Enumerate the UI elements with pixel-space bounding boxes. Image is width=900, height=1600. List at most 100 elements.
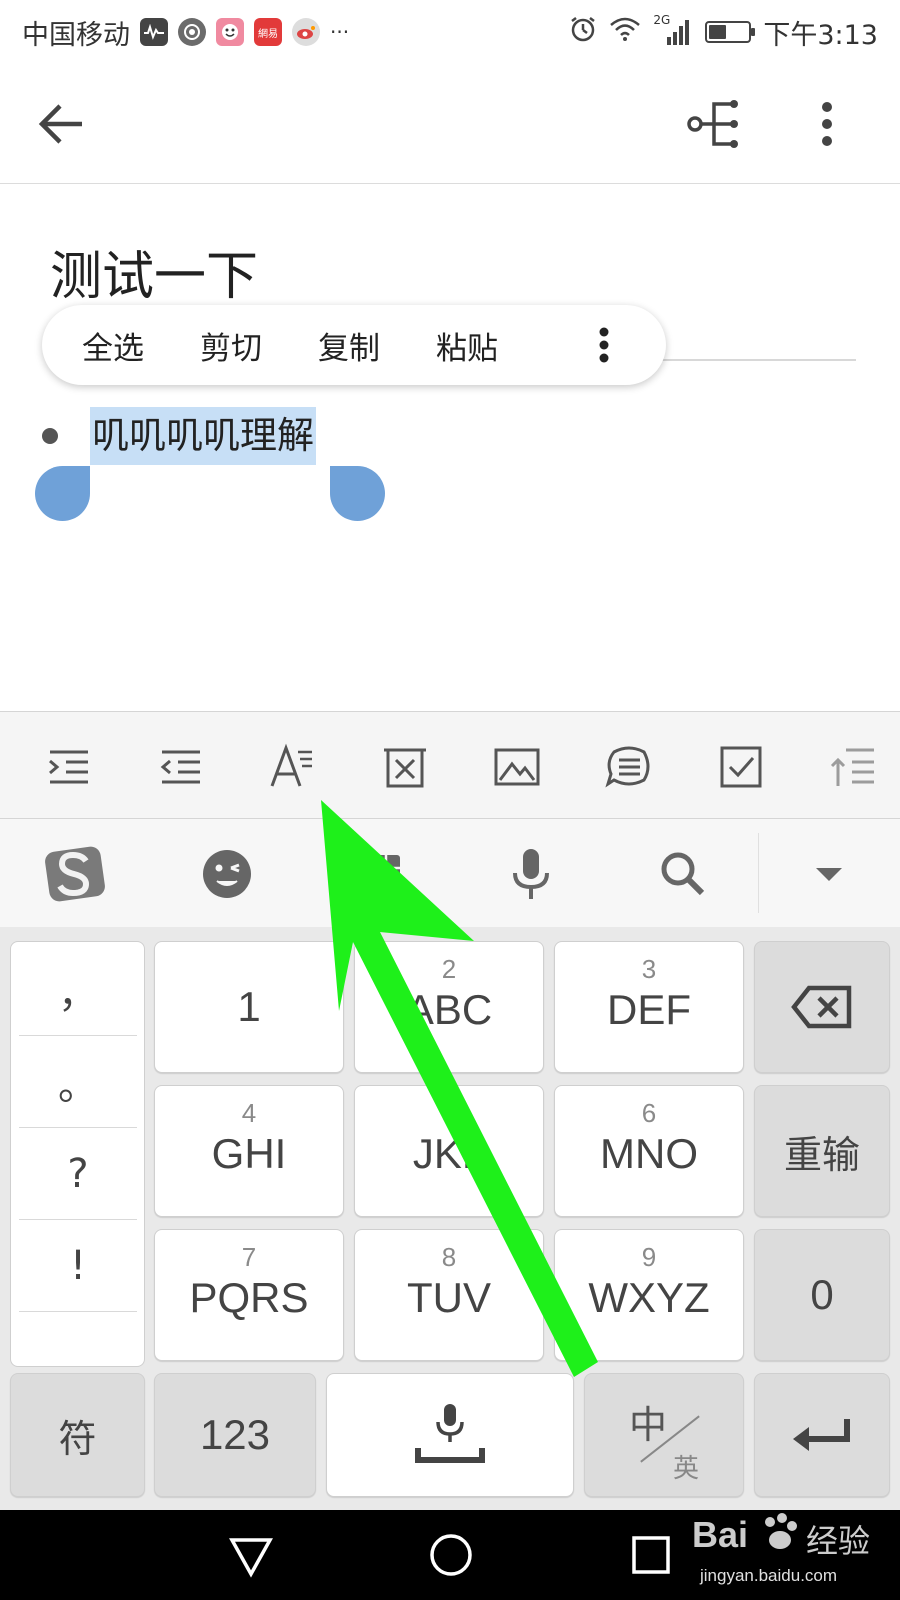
status-right: 2G 下午3:13 (569, 13, 878, 52)
smiley-app-icon (216, 18, 244, 46)
backspace-key[interactable] (754, 941, 890, 1073)
battery-level (709, 25, 727, 39)
key-4[interactable]: 4 GHI (154, 1085, 344, 1217)
microphone-icon (513, 849, 549, 899)
menu-more-button[interactable] (598, 327, 610, 363)
t9-keyboard: ， 。 ? ! 1 2 ABC 3 DEF 4 GHI 5 JKL 6 MNO … (0, 927, 900, 1510)
key-letters: GHI (211, 1130, 287, 1177)
symbols-key[interactable]: 符 (10, 1373, 145, 1497)
symbols-label: 符 (58, 1416, 97, 1461)
key-number: 9 (641, 1242, 657, 1272)
key-6[interactable]: 6 MNO (554, 1085, 744, 1217)
checklist-button[interactable] (716, 742, 766, 792)
emoji-wink-icon (203, 850, 251, 898)
note-title[interactable]: 测试一下 (50, 234, 258, 309)
key-3[interactable]: 3 DEF (554, 941, 744, 1073)
keyboard-layout-button[interactable] (346, 841, 412, 907)
key-letters: PQRS (189, 1274, 309, 1321)
nav-home-button[interactable] (426, 1530, 476, 1580)
network-type-label: 2G (653, 13, 671, 27)
nav-recents-square-icon (632, 1536, 670, 1574)
key-letters: WXYZ (588, 1274, 710, 1321)
paste-button[interactable]: 粘贴 (436, 323, 498, 368)
select-all-button[interactable]: 全选 (82, 323, 144, 368)
punct-exclaim-key[interactable]: ! (19, 1220, 137, 1312)
back-button[interactable] (36, 94, 90, 154)
camera-app-icon (178, 18, 206, 46)
numbers-key[interactable]: 123 (154, 1373, 316, 1497)
more-notifications-indicator: ··· (330, 20, 350, 44)
outdent-button[interactable] (156, 742, 206, 792)
enter-icon (755, 1374, 889, 1496)
text-format-icon (270, 743, 312, 787)
nav-back-button[interactable] (226, 1530, 276, 1580)
indent-button[interactable] (44, 742, 94, 792)
carrier-label: 中国移动 (22, 19, 130, 51)
cut-button[interactable]: 剪切 (200, 323, 262, 368)
keyboard-grid-icon (358, 855, 400, 893)
status-time: 下午3:13 (763, 19, 878, 51)
more-options-button[interactable] (812, 94, 842, 154)
key-1[interactable]: 1 (154, 941, 344, 1073)
backspace-icon (755, 942, 889, 1072)
key-7[interactable]: 7 PQRS (154, 1229, 344, 1361)
line-spacing-button[interactable] (828, 742, 878, 792)
nav-recents-button[interactable] (626, 1530, 676, 1580)
space-key[interactable] (326, 1373, 574, 1497)
status-bar: 中国移动 網易 ··· 2G 下午3:13 (0, 0, 900, 64)
key-letters: DEF (607, 986, 691, 1033)
ime-search-button[interactable] (650, 841, 716, 907)
key-5[interactable]: 5 JKL (354, 1085, 544, 1217)
app-bar (0, 64, 900, 184)
punct-comma-key[interactable]: ， (19, 944, 137, 1036)
key-number: 4 (241, 1098, 257, 1128)
emoji-button[interactable] (194, 841, 260, 907)
sogou-logo-button[interactable] (42, 841, 108, 907)
language-switch-key[interactable]: 中 英 (584, 1373, 744, 1497)
delete-box-button[interactable] (380, 742, 430, 792)
nav-back-triangle-icon (229, 1538, 273, 1578)
collapse-keyboard-button[interactable] (796, 841, 862, 907)
ime-divider (758, 833, 759, 913)
share-button[interactable] (686, 94, 742, 154)
key-letters: JKL (412, 1130, 486, 1177)
indent-icon (49, 750, 88, 784)
key-8[interactable]: 8 TUV (354, 1229, 544, 1361)
more-vert-icon (599, 327, 609, 363)
text-format-button[interactable] (268, 742, 318, 792)
punctuation-column: ， 。 ? ! (10, 941, 145, 1367)
punct-question-key[interactable]: ? (19, 1128, 137, 1220)
netease-news-icon: 網易 (254, 18, 282, 46)
key-number: 6 (641, 1098, 657, 1128)
voice-input-button[interactable] (498, 841, 564, 907)
key-9[interactable]: 9 WXYZ (554, 1229, 744, 1361)
insert-image-button[interactable] (492, 742, 542, 792)
status-left: 中国移动 網易 ··· (22, 13, 349, 52)
selection-handle-start[interactable] (35, 466, 90, 521)
netease-label: 網易 (258, 28, 278, 40)
ime-toolbar (0, 819, 900, 927)
watermark-url: jingyan.baidu.com (700, 1566, 838, 1585)
zero-key[interactable]: 0 (754, 1229, 890, 1361)
sogou-logo-icon (45, 846, 105, 902)
enter-key[interactable] (754, 1373, 890, 1497)
numbers-label: 123 (199, 1411, 271, 1458)
selected-bullet-text[interactable]: 叽叽叽叽理解 (90, 407, 316, 465)
copy-button[interactable]: 复制 (318, 323, 380, 368)
nav-home-circle-icon (430, 1534, 472, 1576)
mic-space-icon (327, 1374, 573, 1496)
alarm-icon (569, 15, 597, 50)
outdent-icon (160, 750, 200, 784)
search-icon (661, 852, 705, 896)
selection-handle-end[interactable] (330, 466, 385, 521)
reinput-key[interactable]: 重输 (754, 1085, 890, 1217)
key-2[interactable]: 2 ABC (354, 941, 544, 1073)
punct-period-key[interactable]: 。 (19, 1036, 137, 1128)
list-bubble-button[interactable] (604, 742, 654, 792)
image-icon (494, 748, 540, 786)
zero-label: 0 (810, 1271, 834, 1318)
delete-box-icon (384, 748, 426, 788)
key-number: 5 (441, 1098, 457, 1128)
text-selection-menu: 全选 剪切 复制 粘贴 (42, 305, 666, 385)
wifi-icon (609, 16, 641, 49)
